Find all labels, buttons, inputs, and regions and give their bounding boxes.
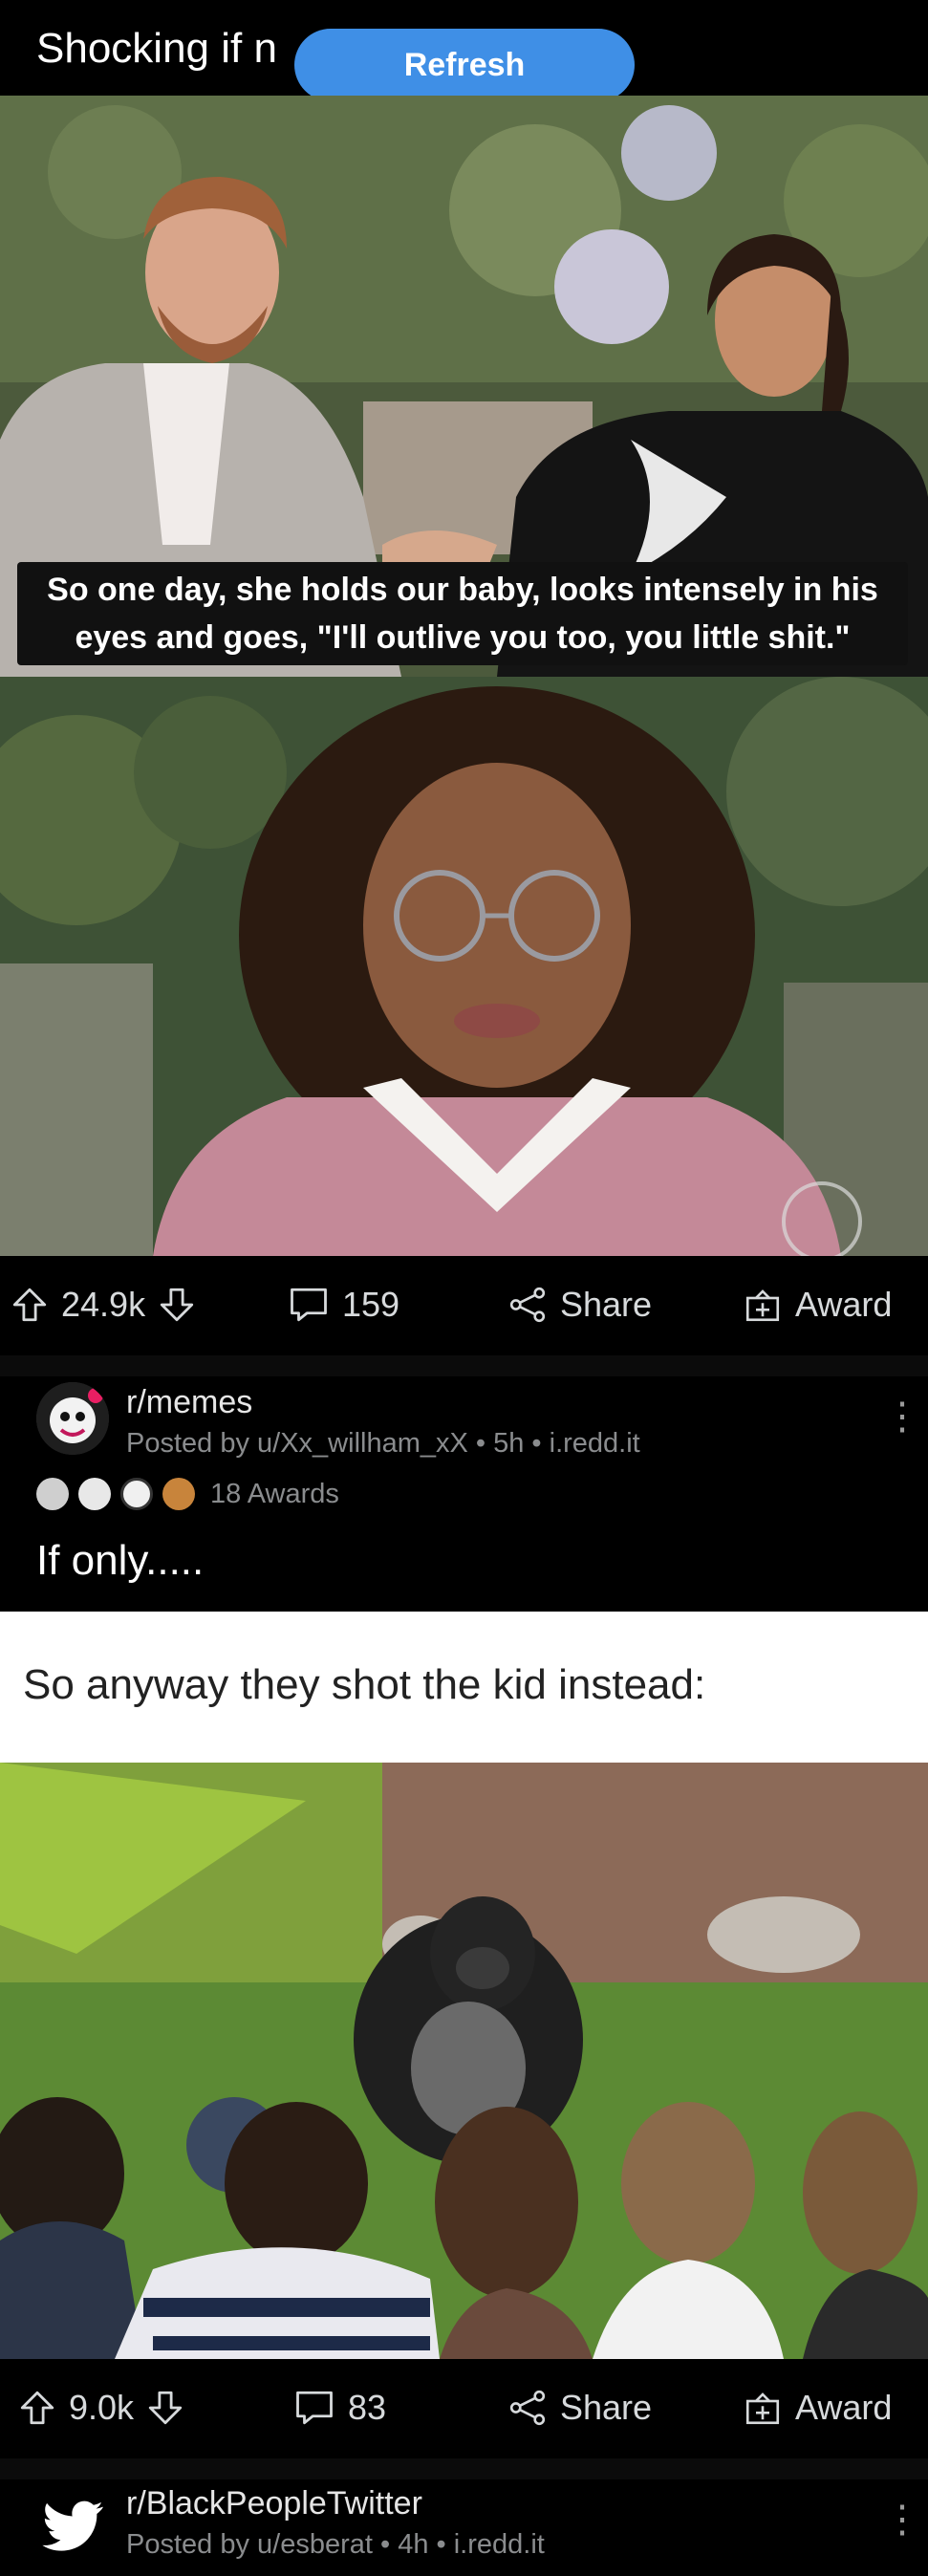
award-button[interactable]: Award [742, 1285, 892, 1325]
comment-count: 83 [348, 2388, 387, 2427]
post-divider [0, 1355, 928, 1376]
award-icon [36, 1478, 69, 1510]
comments-button[interactable]: 83 [292, 2388, 386, 2428]
more-options-button[interactable]: ⋮ [883, 1397, 921, 1436]
upvote-count: 24.9k [61, 1285, 146, 1324]
subreddit-name[interactable]: r/BlackPeopleTwitter [126, 2485, 422, 2522]
share-label: Share [560, 1285, 653, 1324]
post-meta: Posted by u/Xx_willham_xX • 5h • i.redd.… [126, 1428, 640, 1459]
comment-icon [292, 2388, 336, 2428]
share-icon [507, 1285, 549, 1325]
upvote-icon[interactable] [17, 2388, 57, 2428]
post-divider [0, 2458, 928, 2479]
awards-row[interactable]: 18 Awards [36, 1478, 339, 1510]
vote-group: 24.9k [10, 1285, 197, 1325]
more-options-button[interactable]: ⋮ [883, 2500, 921, 2539]
post-image-interviewer[interactable] [0, 677, 928, 1256]
refresh-button[interactable]: Refresh [294, 29, 635, 101]
vote-group: 9.0k [17, 2388, 185, 2428]
award-icon [162, 1478, 195, 1510]
gift-icon [742, 1285, 784, 1325]
award-label: Award [795, 1285, 893, 1324]
meme-text: So anyway they shot the kid instead: [23, 1661, 706, 1708]
award-icon [78, 1478, 111, 1510]
downvote-icon[interactable] [157, 1285, 197, 1325]
comment-count: 159 [342, 1285, 400, 1324]
share-label: Share [560, 2388, 653, 2427]
comment-icon [287, 1285, 331, 1325]
share-button[interactable]: Share [507, 2388, 652, 2428]
awards-count: 18 Awards [210, 1478, 339, 1509]
share-icon [507, 2388, 549, 2428]
award-button[interactable]: Award [742, 2388, 892, 2428]
subreddit-avatar[interactable] [36, 1382, 109, 1455]
post-title: Shocking if n [36, 25, 277, 72]
gorilla-photo-illustration [0, 1763, 928, 2359]
downvote-icon[interactable] [145, 2388, 185, 2428]
share-button[interactable]: Share [507, 1285, 652, 1325]
twitter-bird-icon [42, 2500, 103, 2551]
award-icon [120, 1478, 153, 1510]
post-title[interactable]: If only..... [36, 1537, 204, 1585]
post-meta: Posted by u/esberat • 4h • i.redd.it [126, 2529, 545, 2560]
post-action-bar: 9.0k 83 Share Award [0, 2359, 928, 2458]
post-image-gorilla[interactable] [0, 1763, 928, 2359]
gift-icon [742, 2388, 784, 2428]
interviewer-photo-illustration [0, 677, 928, 1256]
comments-button[interactable]: 159 [287, 1285, 399, 1325]
memes-avatar-icon [36, 1382, 109, 1455]
image-caption: So one day, she holds our baby, looks in… [17, 562, 908, 665]
subreddit-name[interactable]: r/memes [126, 1384, 252, 1421]
subreddit-avatar[interactable] [36, 2489, 109, 2562]
upvote-count: 9.0k [69, 2388, 135, 2427]
award-label: Award [795, 2388, 893, 2427]
post-action-bar: 24.9k 159 Share Award [0, 1256, 928, 1355]
upvote-icon[interactable] [10, 1285, 50, 1325]
